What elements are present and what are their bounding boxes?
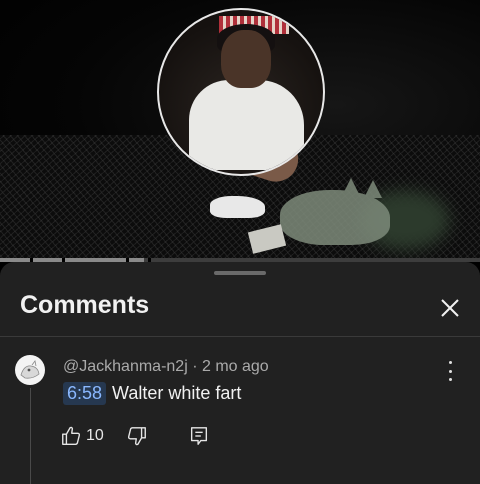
- dislike-button[interactable]: [126, 425, 148, 447]
- like-button[interactable]: 10: [60, 425, 104, 447]
- drag-handle[interactable]: [214, 271, 266, 275]
- video-cat: [280, 178, 390, 245]
- comment-body: 6:58 Walter white fart: [63, 382, 241, 405]
- more-options-button[interactable]: [440, 360, 460, 382]
- comment-meta: @Jackhanma-n2j · 2 mo ago: [63, 358, 269, 376]
- meta-separator: ·: [192, 358, 198, 375]
- video-shoe: [210, 196, 265, 218]
- more-vertical-icon-dot: [448, 369, 452, 373]
- comment-author[interactable]: @Jackhanma-n2j: [63, 358, 188, 375]
- video-person-head: [221, 30, 271, 88]
- comments-sheet: Comments @Jackhanma-n2j · 2 mo ago 6:58 W…: [0, 262, 480, 484]
- header-divider: [0, 336, 480, 337]
- avatar-image: [20, 360, 40, 379]
- video-circle-inset: [157, 8, 325, 176]
- close-button[interactable]: [432, 290, 468, 326]
- like-count: 10: [86, 427, 104, 444]
- thumb-up-icon: [62, 426, 81, 445]
- close-icon: [441, 299, 459, 317]
- comment-text: Walter white fart: [112, 383, 242, 403]
- reply-icon: [190, 427, 207, 445]
- comment-age: 2 mo ago: [201, 358, 269, 375]
- avatar[interactable]: [15, 355, 45, 385]
- more-vertical-icon-dot: [448, 378, 452, 381]
- video-person-shirt: [189, 80, 304, 170]
- video-cat-ear: [364, 180, 382, 198]
- thread-line: [30, 388, 31, 484]
- more-vertical-icon-dot: [448, 361, 452, 364]
- timestamp-link[interactable]: 6:58: [63, 382, 107, 405]
- reply-button[interactable]: [188, 425, 210, 447]
- video-player[interactable]: [0, 0, 480, 262]
- thumb-down-icon: [127, 427, 146, 446]
- video-cat-ear: [342, 178, 360, 196]
- comments-title: Comments: [20, 291, 150, 319]
- comment-actions: 10: [60, 424, 210, 448]
